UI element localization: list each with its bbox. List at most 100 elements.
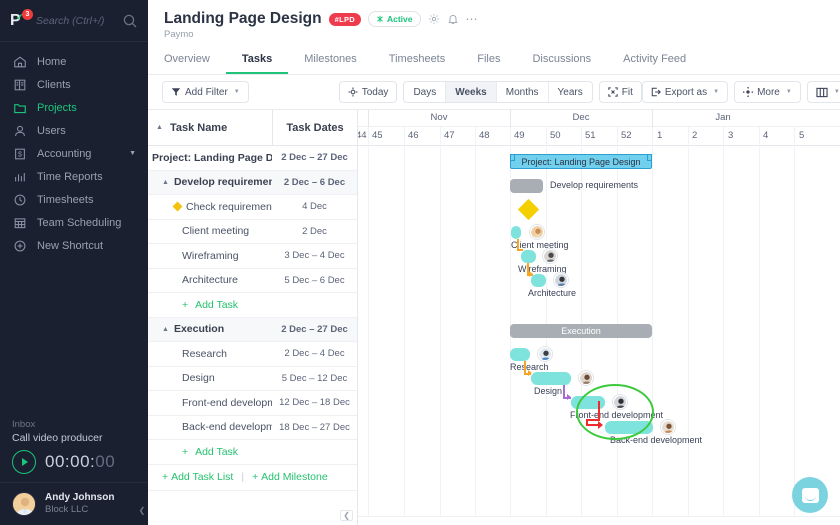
task-name-text: Client meeting [182,225,250,238]
task-dates-cell: 2 Dec [302,225,327,237]
timescale-years[interactable]: Years [549,82,592,102]
task-name-text: Front-end development [182,396,272,409]
gantt-milestone-check-requirements[interactable] [517,198,540,221]
gantt-toolbar: Add Filter ▼ Today Days Weeks Months Yea… [148,75,840,110]
sidebar-item-label: Projects [37,101,77,114]
collapse-caret-icon[interactable]: ▲ [162,326,169,333]
table-row[interactable]: ▲ Execution 2 Dec – 27 Dec [148,317,357,342]
table-row[interactable]: Back-end development 18 Dec – 27 Dec [148,416,357,440]
search-input[interactable]: Search (Ctrl+/) [30,15,122,27]
sidebar-item-time-reports[interactable]: Time Reports [0,165,148,188]
today-button[interactable]: Today [338,81,398,103]
column-header-task-dates[interactable]: Task Dates [272,110,357,145]
tab-timesheets[interactable]: Timesheets [373,47,461,74]
timescale-days[interactable]: Days [404,82,447,102]
sidebar-item-users[interactable]: Users [0,119,148,142]
annotation-highlight-circle [576,384,654,440]
table-row[interactable]: Wireframing 3 Dec – 4 Dec [148,244,357,269]
tab-overview[interactable]: Overview [164,47,226,74]
tab-activity-feed[interactable]: Activity Feed [607,47,702,74]
user-profile[interactable]: Andy Johnson Block LLC [0,482,148,525]
sidebar-collapse-button[interactable]: ❮ [136,503,148,517]
task-name-cell: Architecture [148,274,272,286]
table-row[interactable]: Check requirements 4 Dec [148,195,357,220]
fit-button[interactable]: Fit [598,81,642,103]
gantt-bar-execution[interactable]: Execution [510,324,652,338]
gantt-bar-label: Develop requirements [550,180,639,190]
add-filter-button[interactable]: Add Filter ▼ [162,81,249,103]
task-name-text: Wireframing [182,249,239,262]
task-name-text: Develop requirements [173,176,272,189]
more-button[interactable]: More ▼ [734,81,801,103]
add-task-row[interactable]: + Add Task [148,440,357,465]
project-header: Landing Page Design #LPD Active ⋯ Paymo … [148,0,840,75]
table-row[interactable]: ▲ Develop requirements 2 Dec – 6 Dec [148,170,357,195]
horizontal-scrollbar[interactable] [358,516,840,525]
avatar[interactable] [538,347,552,361]
week-gridline [368,127,369,146]
gantt-timeline-header: Nov Dec Jan 44 45 46 47 48 49 50 51 52 1… [358,110,840,146]
table-row[interactable]: Design 5 Dec – 12 Dec [148,367,357,391]
tab-tasks[interactable]: Tasks [225,47,289,74]
tab-milestones[interactable]: Milestones [288,47,373,74]
grid-pane-collapse-button[interactable]: ❮ [340,510,353,521]
sidebar-search-bar[interactable]: P ✓ 3 Search (Ctrl+/) [0,0,148,42]
column-header-task-name[interactable]: ▲ Task Name [148,122,272,134]
week-tick-label: 44 [358,130,367,141]
task-grid-pane: ▲ Task Name Task Dates Project: Landing … [148,110,358,525]
add-filter-label: Add Filter [185,86,228,98]
toolbar-right-actions: Export as ▼ More ▼ ▼ Gantt ▼ [641,81,840,103]
bell-icon[interactable] [447,13,459,25]
gantt-bar-client-meeting[interactable] [511,226,521,239]
export-as-button[interactable]: Export as ▼ [641,81,729,103]
sidebar-item-team-scheduling[interactable]: Team Scheduling [0,211,148,234]
collapse-caret-icon[interactable]: ▲ [162,179,169,186]
gantt-bar-architecture[interactable] [531,274,546,287]
gear-icon[interactable] [428,13,440,25]
avatar[interactable] [530,225,544,239]
add-milestone-button[interactable]: + Add Milestone [252,471,328,483]
table-row[interactable]: Architecture 5 Dec – 6 Dec [148,269,357,293]
chevron-down-icon[interactable]: ▼ [129,150,136,157]
sidebar-item-home[interactable]: Home [0,50,148,73]
intercom-chat-button[interactable] [792,477,828,513]
tab-files[interactable]: Files [461,47,516,74]
sidebar-item-clients[interactable]: Clients [0,73,148,96]
status-badge[interactable]: Active [367,11,421,27]
gantt-bar-develop-requirements[interactable] [510,179,543,193]
table-row[interactable]: Research 2 Dec – 4 Dec [148,342,357,367]
avatar[interactable] [554,273,568,287]
add-task-button[interactable]: + Add Task [182,446,238,458]
ellipsis-icon[interactable]: ⋯ [466,12,479,26]
columns-button[interactable]: ▼ [806,81,840,103]
gantt-bar-project[interactable]: Project: Landing Page Design [510,154,652,169]
paymo-logo-icon[interactable]: P ✓ 3 [10,8,33,31]
add-task-list-button[interactable]: + Add Task List [162,471,233,483]
gantt-bar-wireframing[interactable] [521,250,536,263]
gantt-bar-research[interactable] [510,348,530,361]
gridline [759,146,760,525]
add-task-label: Add Task [195,445,239,458]
sidebar-item-timesheets[interactable]: Timesheets [0,188,148,211]
inbox-current-task[interactable]: Call video producer [12,432,136,444]
table-row[interactable]: Front-end development 12 Dec – 18 Dec [148,391,357,416]
tab-discussions[interactable]: Discussions [516,47,607,74]
gantt-bar-design[interactable] [531,372,571,385]
avatar[interactable] [661,420,675,434]
table-row[interactable]: Project: Landing Page Design 2 Dec – 27 … [148,146,357,171]
avatar[interactable] [543,249,557,263]
task-name-cell: Client meeting [148,225,272,237]
avatar[interactable] [579,371,593,385]
timescale-weeks[interactable]: Weeks [446,82,497,102]
sidebar-item-new-shortcut[interactable]: New Shortcut [0,234,148,257]
timer-play-button[interactable] [12,450,36,474]
add-task-button[interactable]: + Add Task [182,299,238,311]
sidebar-item-accounting[interactable]: $ Accounting ▼ [0,142,148,165]
timescale-months[interactable]: Months [497,82,549,102]
add-task-row[interactable]: + Add Task [148,293,357,318]
table-row[interactable]: Client meeting 2 Dec [148,220,357,244]
sidebar-item-projects[interactable]: Projects [0,96,148,119]
task-dates-cell: 12 Dec – 18 Dec [279,397,350,409]
search-icon[interactable] [122,13,138,29]
